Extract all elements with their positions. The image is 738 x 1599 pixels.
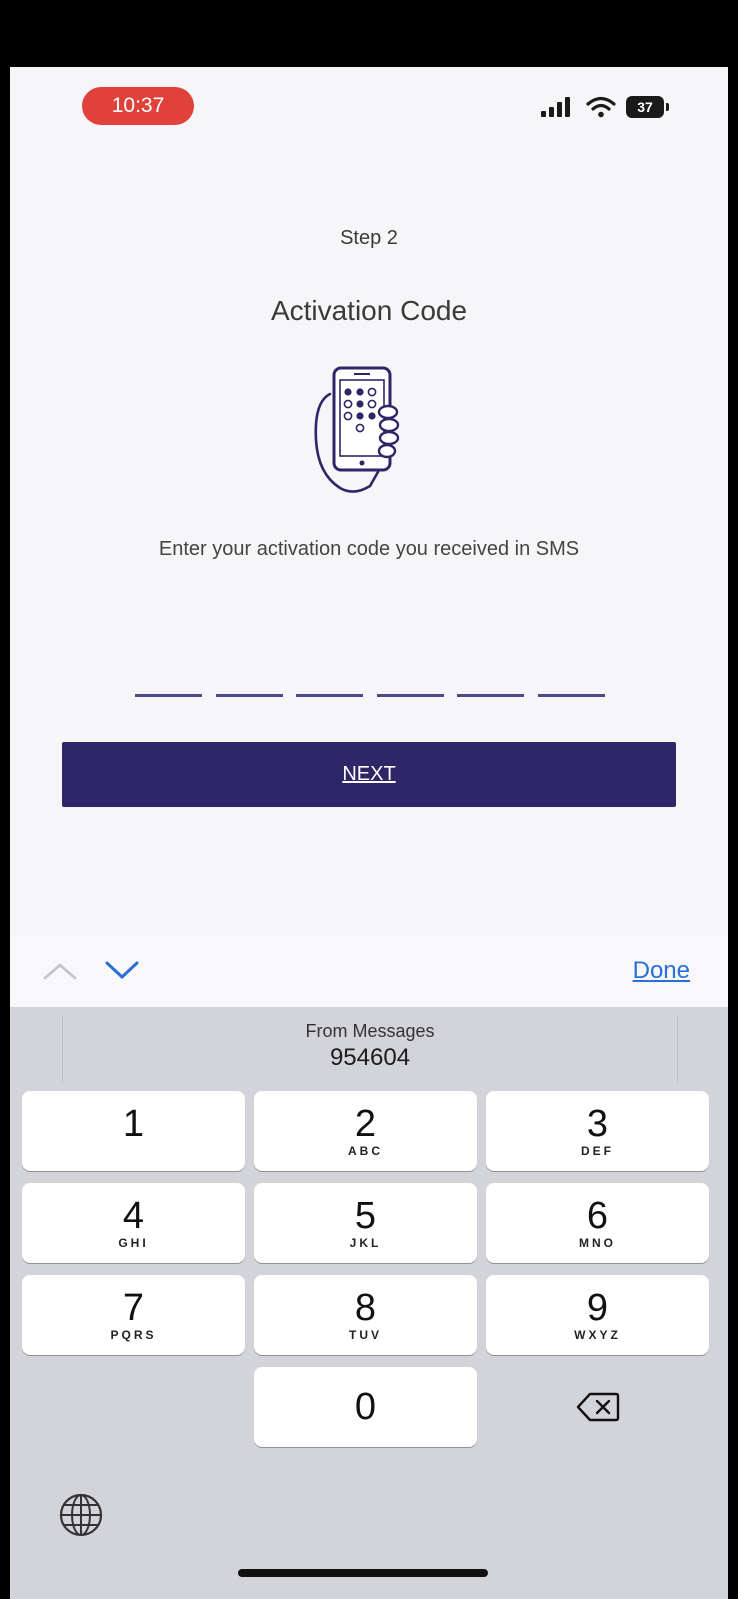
battery-icon: 37	[626, 96, 669, 118]
suggestion-code: 954604	[329, 1044, 411, 1071]
keypad-grid: 1 2 ABC 3 DEF 4 GHI 5 JKL 6 MNO 7 PQRS 8…	[22, 1091, 710, 1447]
phone-hand-illustration	[314, 366, 400, 493]
key-1[interactable]: 1	[22, 1091, 245, 1171]
chevron-down-icon[interactable]	[104, 959, 140, 981]
key-letters: GHI	[118, 1236, 149, 1250]
key-letters: WXYZ	[574, 1328, 621, 1342]
key-letters: MNO	[579, 1236, 616, 1250]
home-indicator	[238, 1569, 488, 1577]
key-digit: 2	[354, 1103, 377, 1145]
globe-icon[interactable]	[58, 1492, 104, 1538]
keyboard-accessory-bar: Done	[10, 937, 728, 1007]
key-digit: 3	[586, 1103, 609, 1145]
delete-key[interactable]	[486, 1367, 709, 1447]
key-letters: ABC	[348, 1144, 383, 1158]
key-digit: 7	[122, 1287, 145, 1329]
key-4[interactable]: 4 GHI	[22, 1183, 245, 1263]
key-6[interactable]: 6 MNO	[486, 1183, 709, 1263]
code-digit-slot[interactable]	[215, 694, 283, 697]
chevron-up-icon[interactable]	[42, 961, 78, 981]
key-digit: 1	[122, 1103, 145, 1145]
key-letters: TUV	[349, 1328, 382, 1342]
page-title: Activation Code	[270, 295, 468, 326]
keypad-empty-slot	[22, 1367, 245, 1447]
suggestion-source: From Messages	[305, 1021, 435, 1041]
status-time: 10:37	[82, 87, 194, 125]
key-3[interactable]: 3 DEF	[486, 1091, 709, 1171]
key-digit: 0	[354, 1386, 377, 1428]
key-9[interactable]: 9 WXYZ	[486, 1275, 709, 1355]
key-digit: 6	[586, 1195, 609, 1237]
code-digit-slot[interactable]	[135, 694, 202, 697]
app-screen: 10:37 37 Step 2 Activation Code Enter yo…	[10, 67, 728, 1599]
number-pad-keyboard: From Messages 954604 1 2 ABC 3 DEF 4 GHI…	[10, 1007, 728, 1599]
key-letters: JKL	[349, 1236, 382, 1250]
key-digit: 9	[586, 1287, 609, 1329]
activation-code-input[interactable]	[135, 694, 605, 697]
key-digit: 4	[122, 1195, 145, 1237]
key-0[interactable]: 0	[254, 1367, 477, 1447]
done-button[interactable]: Done	[633, 957, 690, 985]
key-7[interactable]: 7 PQRS	[22, 1275, 245, 1355]
code-digit-slot[interactable]	[376, 694, 444, 697]
sms-code-suggestion[interactable]: From Messages 954604	[62, 1015, 678, 1083]
key-letters: PQRS	[110, 1328, 157, 1342]
wifi-icon	[586, 96, 616, 118]
step-label: Step 2	[340, 227, 398, 249]
delete-icon	[576, 1392, 619, 1422]
instruction-text: Enter your activation code you received …	[158, 538, 580, 560]
cellular-signal-icon	[541, 97, 570, 117]
key-letters: DEF	[581, 1144, 614, 1158]
status-icons: 37	[540, 95, 669, 119]
code-digit-slot[interactable]	[296, 694, 364, 697]
code-digit-slot[interactable]	[537, 694, 605, 697]
next-button[interactable]: NEXT	[62, 742, 676, 807]
key-digit: 5	[354, 1195, 377, 1237]
code-digit-slot[interactable]	[457, 694, 525, 697]
key-5[interactable]: 5 JKL	[254, 1183, 477, 1263]
key-digit: 8	[354, 1287, 377, 1329]
key-2[interactable]: 2 ABC	[254, 1091, 477, 1171]
key-8[interactable]: 8 TUV	[254, 1275, 477, 1355]
